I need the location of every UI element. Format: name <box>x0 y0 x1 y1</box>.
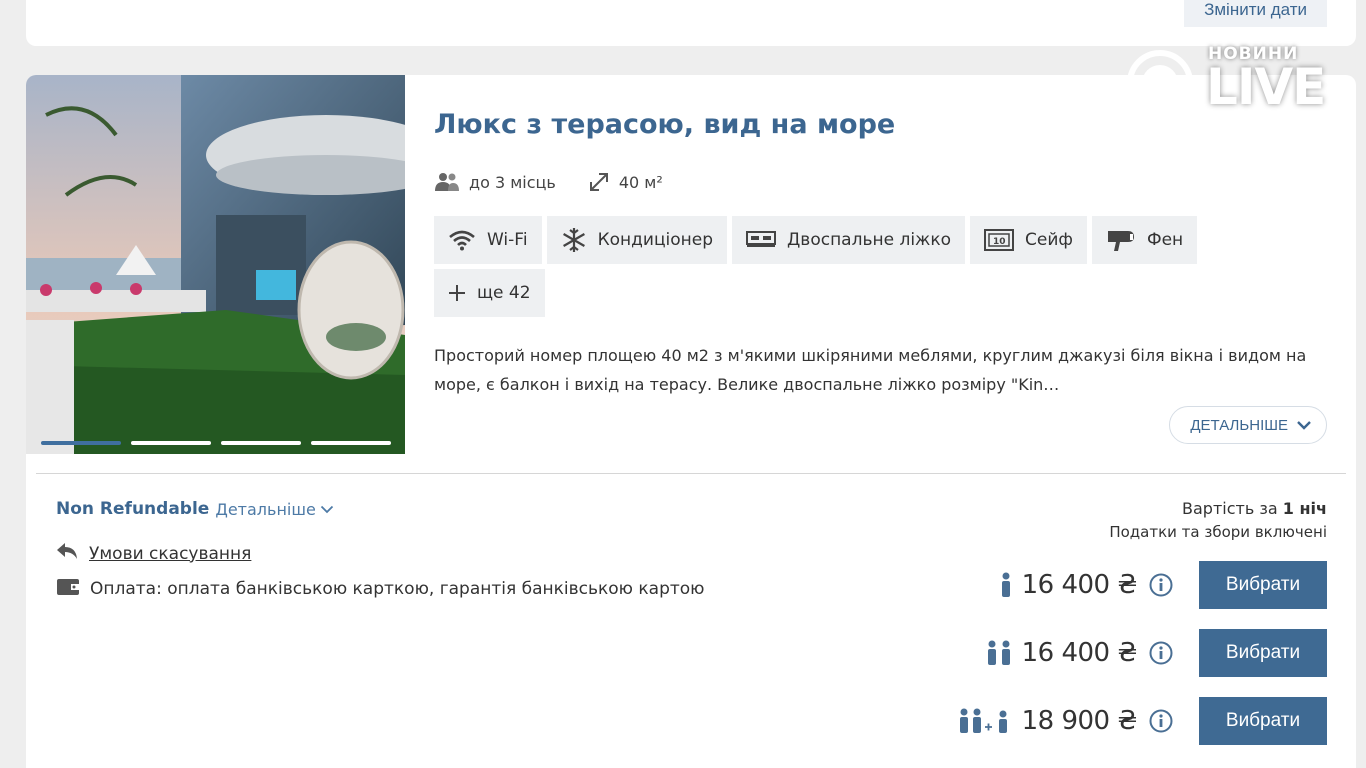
select-button[interactable]: Вибрати <box>1199 561 1327 609</box>
price-header: Вартість за 1 ніч Податки та збори включ… <box>1109 499 1327 541</box>
price-amount: 16 400 ₴ <box>1021 638 1138 668</box>
previous-card: Змінити дати <box>26 0 1356 46</box>
snowflake-icon <box>561 227 587 253</box>
chevron-down-icon <box>320 505 333 513</box>
undo-arrow-icon <box>56 542 78 565</box>
amenities-list: Wi-Fi Кондиціонер Двоспальне ліжко 10 Се… <box>434 216 1254 317</box>
divider <box>36 473 1346 474</box>
amenity-air-conditioner: Кондиціонер <box>546 216 728 264</box>
info-icon[interactable] <box>1149 709 1173 733</box>
rate-header: Non Refundable Детальніше <box>56 499 334 519</box>
rate-details-label: Детальніше <box>215 499 316 519</box>
amenity-label: Кондиціонер <box>597 230 714 250</box>
room-meta: до 3 місць 40 м² <box>434 171 663 193</box>
taxes-note: Податки та збори включені <box>1109 523 1327 541</box>
room-details-label: ДЕТАЛЬНІШЕ <box>1190 416 1288 434</box>
nights-count: 1 ніч <box>1282 499 1327 518</box>
amenity-label: Двоспальне ліжко <box>787 230 952 250</box>
price-amount: 16 400 ₴ <box>1021 570 1138 600</box>
one-adult-icon <box>1000 572 1012 598</box>
amenity-label: Wi-Fi <box>487 230 528 250</box>
amenity-label: Фен <box>1146 230 1184 250</box>
two-adults-one-child-icon <box>958 708 1012 734</box>
two-adults-icon <box>986 640 1012 666</box>
price-per-label: Вартість за <box>1182 499 1278 518</box>
hairdryer-icon <box>1106 228 1136 252</box>
select-button[interactable]: Вибрати <box>1199 629 1327 677</box>
svg-text:10: 10 <box>993 237 1006 247</box>
more-amenities-label: ще 42 <box>477 283 531 303</box>
logo-big-text: LIVE <box>1206 58 1326 116</box>
rate-details-link[interactable]: Детальніше <box>215 500 334 519</box>
price-row: 16 400 ₴ Вибрати <box>1000 561 1327 609</box>
capacity-text: до 3 місць <box>469 172 556 192</box>
room-card: Люкс з терасою, вид на море до 3 місць 4… <box>26 75 1356 768</box>
info-icon[interactable] <box>1149 641 1173 665</box>
price-per-night: Вартість за 1 ніч <box>1109 499 1327 518</box>
logo-circle-icon <box>1127 50 1193 116</box>
photo-dot-3[interactable] <box>221 441 301 445</box>
room-photo[interactable] <box>26 75 405 454</box>
guests-icon <box>434 172 460 192</box>
photo-pagination <box>41 441 391 445</box>
amenity-wifi: Wi-Fi <box>434 216 542 264</box>
room-description: Просторий номер площею 40 м2 з м'якими ш… <box>434 346 1307 394</box>
room-title[interactable]: Люкс з терасою, вид на море <box>434 109 895 140</box>
photo-dot-1[interactable] <box>41 441 121 445</box>
wifi-icon <box>448 229 476 251</box>
room-photo-image <box>26 75 405 454</box>
room-details-button[interactable]: ДЕТАЛЬНІШЕ <box>1169 406 1327 444</box>
payment-info: Оплата: оплата банківською карткою, гара… <box>56 576 705 601</box>
amenity-label: Сейф <box>1025 230 1073 250</box>
price-row: 18 900 ₴ Вибрати <box>958 697 1327 745</box>
cancellation-terms-link[interactable]: Умови скасування <box>89 544 251 564</box>
safe-icon: 10 <box>984 229 1015 251</box>
plus-icon <box>448 284 466 302</box>
area-icon <box>588 171 610 193</box>
novyny-live-logo: НОВИНИ LIVE <box>1122 44 1332 120</box>
cancellation-terms: Умови скасування <box>56 542 251 565</box>
wallet-icon <box>56 576 80 601</box>
payment-text: Оплата: оплата банківською карткою, гара… <box>90 578 705 599</box>
amenity-double-bed: Двоспальне ліжко <box>732 216 966 264</box>
more-amenities-button[interactable]: ще 42 <box>434 269 545 317</box>
rate-name: Non Refundable <box>56 499 210 519</box>
info-icon[interactable] <box>1149 573 1173 597</box>
change-dates-button[interactable]: Змінити дати <box>1184 0 1327 27</box>
bed-icon <box>746 230 777 250</box>
amenity-safe: 10 Сейф <box>970 216 1087 264</box>
select-button[interactable]: Вибрати <box>1199 697 1327 745</box>
chevron-down-icon <box>1296 417 1312 434</box>
price-amount: 18 900 ₴ <box>1021 706 1138 736</box>
photo-dot-4[interactable] <box>311 441 391 445</box>
area-text: 40 м² <box>618 172 663 192</box>
photo-dot-2[interactable] <box>131 441 211 445</box>
price-row: 16 400 ₴ Вибрати <box>986 629 1327 677</box>
amenity-hairdryer: Фен <box>1091 216 1198 264</box>
